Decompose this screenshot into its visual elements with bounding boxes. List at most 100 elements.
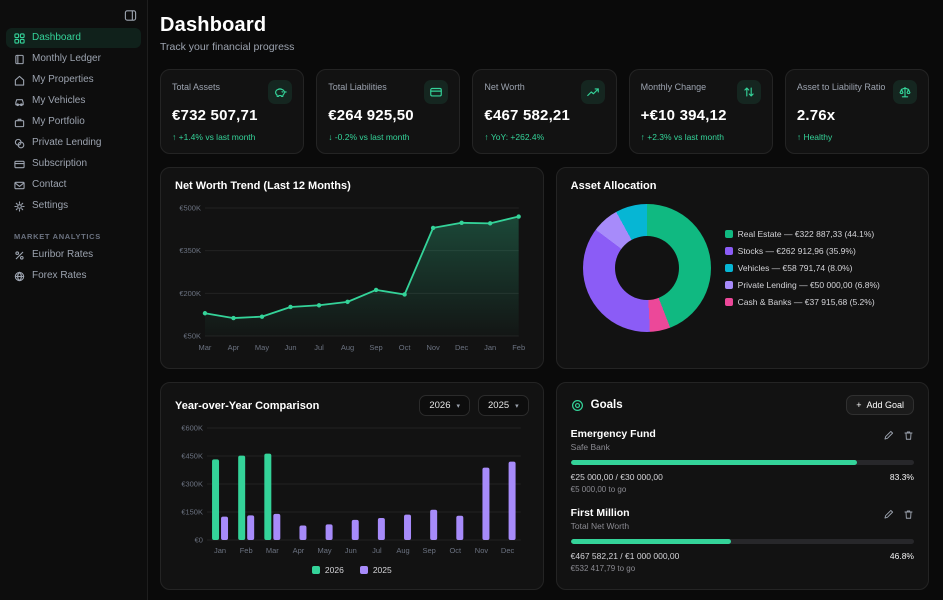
year-select-primary-value: 2026 xyxy=(429,400,451,411)
year-select-secondary[interactable]: 2025 ▾ xyxy=(478,395,529,416)
legend-swatch xyxy=(724,281,733,289)
year-select-secondary-value: 2025 xyxy=(488,400,510,411)
add-goal-button[interactable]: + Add Goal xyxy=(846,395,914,415)
legend-label: 2026 xyxy=(324,565,344,575)
svg-text:Oct: Oct xyxy=(399,343,412,352)
legend-swatch xyxy=(724,298,733,306)
svg-text:Oct: Oct xyxy=(449,546,462,555)
gear-icon xyxy=(14,200,25,212)
yoy-chart-legend: 2026 2025 xyxy=(175,565,529,575)
chevron-down-icon: ▾ xyxy=(515,402,519,410)
svg-text:€500K: €500K xyxy=(179,203,201,212)
sidebar-item-label: Forex Rates xyxy=(32,270,87,281)
trend-arrow: ↑ xyxy=(172,132,177,142)
stat-value: +€10 394,12 xyxy=(640,107,727,124)
home-icon xyxy=(14,75,25,86)
goal-source: Safe Bank xyxy=(570,442,610,452)
stat-delta: ↓ -0.2% vs last month xyxy=(328,132,410,142)
sidebar-item-settings[interactable]: Settings xyxy=(6,196,141,216)
svg-text:€0: €0 xyxy=(195,535,203,544)
stat-delta: ↑ +1.4% vs last month xyxy=(172,132,256,142)
ledger-icon xyxy=(14,54,25,65)
trend-arrow: ↑ xyxy=(796,132,802,142)
goal-remaining: €532 417,79 to go xyxy=(570,564,636,573)
stat-card-asset-liability-ratio: Asset to Liability Ratio 2.76x ↑ Healthy xyxy=(784,69,930,154)
sidebar-item-label: My Portfolio xyxy=(32,116,85,127)
sidebar-item-forex-rates[interactable]: Forex Rates xyxy=(6,266,141,286)
svg-text:Dec: Dec xyxy=(455,343,469,352)
legend-swatch xyxy=(724,230,733,238)
sidebar-item-monthly-ledger[interactable]: Monthly Ledger xyxy=(6,49,141,69)
svg-text:Aug: Aug xyxy=(396,546,409,555)
trend-arrow: ↑ xyxy=(640,132,645,142)
stat-delta: ↑ YoY: +262.4% xyxy=(484,132,545,142)
legend-swatch xyxy=(359,566,368,574)
stat-card-total-liabilities: Total Liabilities €264 925,50 ↓ -0.2% vs… xyxy=(316,69,461,154)
yoy-comparison-card: Year-over-Year Comparison 2026 ▾ 2025 ▾ … xyxy=(160,382,544,590)
goal-amounts: €25 000,00 / €30 000,00 xyxy=(570,472,663,482)
allocation-legend-item: Vehicles — €58 791,74 (8.0%) xyxy=(724,263,880,273)
sidebar-item-dashboard[interactable]: Dashboard xyxy=(6,28,141,48)
asset-allocation-donut-chart xyxy=(582,204,711,332)
svg-text:May: May xyxy=(255,343,269,352)
stat-value: €467 582,21 xyxy=(484,107,571,124)
globe-icon xyxy=(14,271,25,282)
svg-text:€200K: €200K xyxy=(179,289,201,298)
sidebar-item-label: Monthly Ledger xyxy=(32,53,101,64)
stats-row: Total Assets €732 507,71 ↑ +1.4% vs last… xyxy=(160,69,930,154)
svg-text:Mar: Mar xyxy=(266,546,279,555)
sidebar-item-euribor-rates[interactable]: Euribor Rates xyxy=(6,245,141,265)
sidebar-item-my-properties[interactable]: My Properties xyxy=(6,70,141,90)
sidebar-item-my-vehicles[interactable]: My Vehicles xyxy=(6,91,141,111)
svg-text:€150K: €150K xyxy=(181,507,203,516)
target-icon xyxy=(571,399,583,411)
legend-swatch xyxy=(724,247,733,255)
trending-up-icon xyxy=(580,80,605,104)
sidebar-item-private-lending[interactable]: Private Lending xyxy=(6,133,141,153)
sidebar-item-subscription[interactable]: Subscription xyxy=(6,154,141,174)
svg-text:Sep: Sep xyxy=(369,343,382,352)
sidebar-item-label: Euribor Rates xyxy=(32,249,94,260)
goal-percent: 83.3% xyxy=(889,472,914,482)
svg-text:Sep: Sep xyxy=(423,546,436,555)
edit-goal-icon[interactable] xyxy=(883,428,894,446)
year-select-primary[interactable]: 2026 ▾ xyxy=(419,395,470,416)
svg-text:Jul: Jul xyxy=(314,343,324,352)
chart-title: Net Worth Trend (Last 12 Months) xyxy=(175,180,351,192)
stat-value: 2.76x xyxy=(796,107,836,124)
sidebar: Dashboard Monthly Ledger My Properties M… xyxy=(0,0,148,600)
page-subtitle: Track your financial progress xyxy=(160,41,295,53)
goal-item-first-million: First Million Total Net Worth €467 582,2… xyxy=(570,507,914,573)
goal-progress-fill xyxy=(570,539,732,544)
yoy-legend-item: 2026 xyxy=(311,565,344,575)
sidebar-toggle-icon[interactable] xyxy=(123,8,138,23)
allocation-legend-item: Stocks — €262 912,96 (35.9%) xyxy=(724,246,880,256)
svg-text:€600K: €600K xyxy=(181,423,203,432)
car-icon xyxy=(14,96,25,107)
main-content: Dashboard Track your financial progress … xyxy=(148,0,943,590)
chevron-down-icon: ▾ xyxy=(456,402,460,410)
legend-label: Stocks — €262 912,96 (35.9%) xyxy=(737,246,856,256)
goal-progress-bar xyxy=(570,539,914,544)
mail-icon xyxy=(14,180,25,191)
plus-icon: + xyxy=(856,400,862,410)
svg-text:Jan: Jan xyxy=(484,343,496,352)
asset-allocation-legend: Real Estate — €322 887,33 (44.1%) Stocks … xyxy=(724,229,880,307)
allocation-legend-item: Private Lending — €50 000,00 (6.8%) xyxy=(724,280,880,290)
arrows-up-down-icon xyxy=(736,80,761,104)
page-title: Dashboard xyxy=(160,14,267,36)
sidebar-item-my-portfolio[interactable]: My Portfolio xyxy=(6,112,141,132)
trend-arrow: ↑ xyxy=(484,132,489,142)
svg-text:Feb: Feb xyxy=(240,546,253,555)
yoy-legend-item: 2025 xyxy=(359,565,392,575)
edit-goal-icon[interactable] xyxy=(883,507,894,525)
stat-delta: ↑ Healthy xyxy=(796,132,833,142)
sidebar-item-contact[interactable]: Contact xyxy=(6,175,141,195)
goal-name: First Million xyxy=(570,507,630,519)
delete-goal-icon[interactable] xyxy=(903,428,914,446)
legend-swatch xyxy=(724,264,733,272)
svg-text:Mar: Mar xyxy=(199,343,212,352)
delete-goal-icon[interactable] xyxy=(903,507,914,525)
net-worth-line-chart: €500K €350K €200K €50K Mar Apr May Jun Jul Aug Sep… xyxy=(179,203,525,352)
sidebar-item-label: Subscription xyxy=(32,158,88,169)
